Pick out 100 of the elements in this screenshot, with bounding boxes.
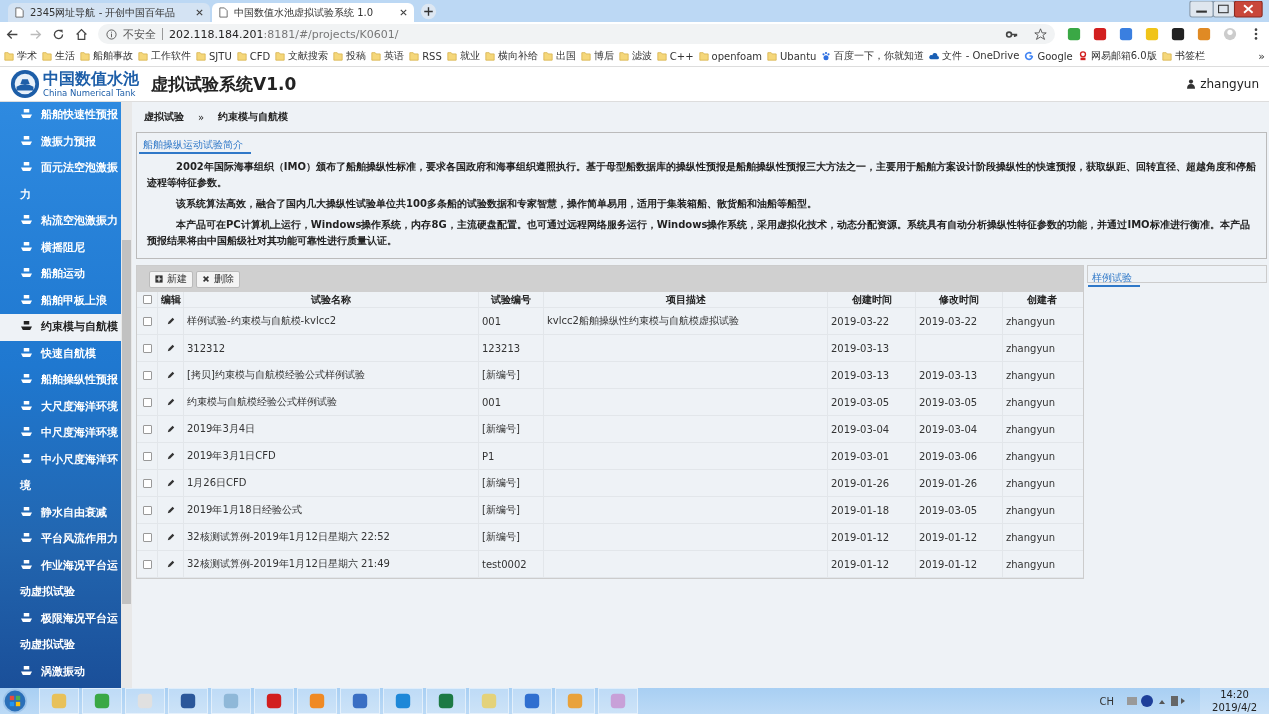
bookmark[interactable]: 博后 bbox=[580, 49, 614, 63]
window-controls-icon[interactable] bbox=[1189, 1, 1263, 18]
address-field[interactable]: 不安全 202.118.184.201:8181/#/projects/K0601/ bbox=[98, 24, 1055, 44]
bookmark[interactable]: 书签栏 bbox=[1161, 49, 1205, 63]
taskbar-app[interactable] bbox=[426, 688, 466, 714]
bookmark[interactable]: openfoam bbox=[698, 50, 763, 62]
browser-tab[interactable]: 中国数值水池虚拟试验系统 1.0 bbox=[212, 3, 414, 22]
edit-pencil-icon[interactable] bbox=[166, 344, 175, 352]
bookmark[interactable]: 学术 bbox=[4, 49, 37, 63]
sidebar-item[interactable]: 中小尺度海洋环境 bbox=[0, 446, 121, 500]
new-tab-icon[interactable] bbox=[420, 3, 437, 20]
column-header: 试验编号 bbox=[478, 292, 543, 307]
bookmark[interactable]: C++ bbox=[656, 50, 694, 62]
table-cell: 2019-01-26 bbox=[919, 477, 978, 489]
sidebar-item[interactable]: 横摇阻尼 bbox=[0, 234, 121, 261]
row-checkbox[interactable] bbox=[142, 451, 152, 461]
edit-pencil-icon[interactable] bbox=[166, 479, 175, 487]
sidebar-item[interactable]: 船舶甲板上浪 bbox=[0, 287, 121, 314]
bookmark[interactable]: 生活 bbox=[42, 49, 75, 63]
row-checkbox[interactable] bbox=[142, 370, 152, 380]
ship-icon bbox=[20, 240, 33, 252]
bookmark[interactable]: 工作软件 bbox=[138, 49, 191, 63]
close-icon[interactable] bbox=[399, 8, 408, 17]
taskbar-app[interactable] bbox=[340, 688, 380, 714]
row-checkbox[interactable] bbox=[142, 397, 152, 407]
scrollbar[interactable] bbox=[121, 102, 132, 688]
bookmark[interactable]: 文献搜索 bbox=[275, 49, 329, 63]
username[interactable]: zhangyun bbox=[1200, 77, 1259, 91]
edit-pencil-icon[interactable] bbox=[166, 398, 175, 406]
sidebar-item[interactable]: 中尺度海洋环境 bbox=[0, 420, 121, 447]
bookmark[interactable]: 船舶事故 bbox=[80, 49, 133, 63]
row-checkbox[interactable] bbox=[142, 478, 152, 488]
edit-pencil-icon[interactable] bbox=[166, 452, 175, 460]
close-icon[interactable] bbox=[195, 8, 204, 17]
star-icon[interactable] bbox=[1034, 27, 1047, 41]
sidebar-item[interactable]: 面元法空泡激振力 bbox=[0, 155, 121, 208]
bookmark[interactable]: 网易邮箱6.0版 bbox=[1077, 49, 1157, 63]
app-icon bbox=[609, 692, 627, 710]
new-button[interactable]: 新建 bbox=[149, 270, 193, 288]
folder-icon bbox=[542, 51, 553, 61]
bookmark[interactable]: Ubantu bbox=[767, 50, 817, 62]
taskbar-app[interactable] bbox=[168, 688, 208, 714]
sidebar-item[interactable]: 大尺度海洋环境 bbox=[0, 393, 121, 420]
bookmark[interactable]: 滤波 bbox=[618, 49, 652, 63]
bookmark[interactable]: CFD bbox=[236, 50, 271, 62]
taskbar-app[interactable] bbox=[82, 688, 122, 714]
reload-icon[interactable] bbox=[52, 27, 65, 41]
sidebar-item[interactable]: 船舶运动 bbox=[0, 261, 121, 288]
taskbar-app[interactable] bbox=[383, 688, 423, 714]
taskbar-app[interactable] bbox=[254, 688, 294, 714]
clock[interactable]: 14:20 2019/4/2 bbox=[1200, 688, 1269, 714]
row-checkbox[interactable] bbox=[142, 343, 152, 353]
row-checkbox[interactable] bbox=[142, 316, 152, 326]
folder-icon bbox=[236, 51, 247, 61]
start-button[interactable] bbox=[2, 688, 28, 714]
folder-icon bbox=[484, 51, 495, 61]
edit-pencil-icon[interactable] bbox=[166, 425, 175, 433]
sidebar-item[interactable]: 涡激振动 bbox=[0, 658, 121, 685]
edit-pencil-icon[interactable] bbox=[166, 560, 175, 568]
sidebar-item[interactable]: 静水自由衰减 bbox=[0, 499, 121, 526]
bookmark[interactable]: SJTU bbox=[196, 50, 232, 62]
home-icon[interactable] bbox=[75, 27, 88, 41]
more-bookmarks[interactable]: » bbox=[1258, 49, 1265, 63]
sidebar-item[interactable]: 作业海况平台运动虚拟试验 bbox=[0, 552, 121, 606]
edit-pencil-icon[interactable] bbox=[166, 317, 175, 325]
edit-pencil-icon[interactable] bbox=[166, 506, 175, 514]
sidebar-item[interactable]: 激振力预报 bbox=[0, 128, 121, 155]
table-cell: 2019-03-13 bbox=[831, 342, 890, 354]
sample-tab[interactable]: 样例试验 bbox=[1088, 271, 1140, 287]
breadcrumb-link[interactable]: 虚拟试验 bbox=[144, 110, 184, 124]
back-icon[interactable] bbox=[6, 27, 19, 41]
sidebar-item[interactable]: 船舶操纵性预报 bbox=[0, 367, 121, 394]
intro-tab[interactable]: 船舶操纵运动试验简介 bbox=[139, 138, 251, 154]
sidebar-item[interactable]: 船舶快速性预报 bbox=[0, 102, 121, 129]
input-language[interactable]: CH bbox=[1099, 695, 1115, 707]
sidebar-item[interactable]: 快速自航模 bbox=[0, 340, 121, 367]
g-logo-icon bbox=[1024, 51, 1035, 61]
row-checkbox[interactable] bbox=[142, 505, 152, 515]
sidebar-item[interactable]: 约束模与自航模 bbox=[0, 314, 121, 341]
row-checkbox[interactable] bbox=[142, 424, 152, 434]
bookmark[interactable]: 横向补给 bbox=[484, 49, 538, 63]
bookmark[interactable]: 就业 bbox=[446, 49, 480, 63]
row-checkbox[interactable] bbox=[142, 532, 152, 542]
sidebar-item[interactable]: 极限海况平台运动虚拟试验 bbox=[0, 605, 121, 659]
browser-tab[interactable]: 2345网址导航 - 开创中国百年品 bbox=[8, 3, 210, 22]
row-checkbox[interactable] bbox=[142, 559, 152, 569]
edit-pencil-icon[interactable] bbox=[166, 533, 175, 541]
sidebar-item[interactable]: 粘流空泡激振力 bbox=[0, 208, 121, 235]
bookmark[interactable]: 出国 bbox=[542, 49, 576, 63]
bookmark[interactable]: 百度一下，你就知道 bbox=[821, 49, 925, 63]
bookmark[interactable]: 英语 bbox=[371, 49, 405, 63]
taskbar-app[interactable] bbox=[512, 688, 552, 714]
bookmark[interactable]: Google bbox=[1024, 50, 1073, 62]
delete-button[interactable]: 删除 bbox=[196, 270, 240, 288]
bookmark[interactable]: RSS bbox=[409, 50, 442, 62]
bookmark[interactable]: 投稿 bbox=[333, 49, 367, 63]
select-all-checkbox[interactable] bbox=[142, 295, 152, 304]
bookmark[interactable]: 文件 - OneDrive bbox=[929, 49, 1020, 63]
sidebar-item[interactable]: 平台风流作用力 bbox=[0, 526, 121, 553]
edit-pencil-icon[interactable] bbox=[166, 371, 175, 379]
